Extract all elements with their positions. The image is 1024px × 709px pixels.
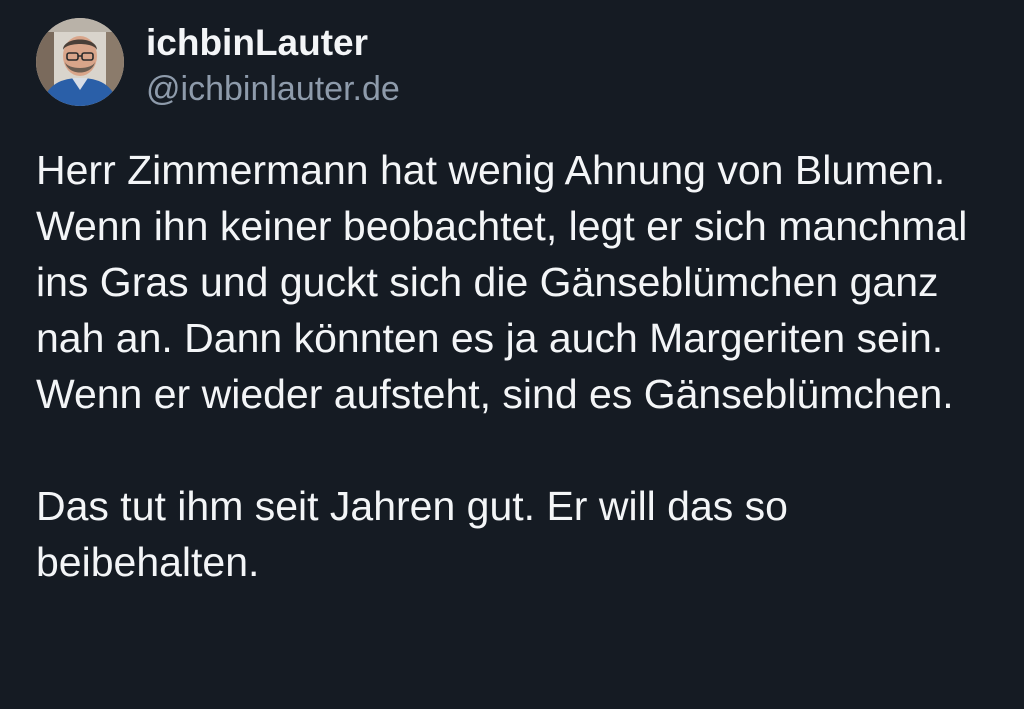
post-card: ichbinLauter @ichbinlauter.de Herr Zimme…: [0, 0, 1024, 709]
author-avatar[interactable]: [36, 18, 124, 106]
post-paragraph: Das tut ihm seit Jahren gut. Er will das…: [36, 483, 788, 585]
post-text: Herr Zimmermann hat wenig Ahnung von Blu…: [36, 142, 996, 590]
avatar-photo-icon: [36, 18, 124, 106]
post-paragraph: Herr Zimmermann hat wenig Ahnung von Blu…: [36, 147, 968, 417]
author-display-name[interactable]: ichbinLauter: [146, 20, 400, 66]
author-names: ichbinLauter @ichbinlauter.de: [146, 18, 400, 112]
author-handle[interactable]: @ichbinlauter.de: [146, 66, 400, 112]
post-header: ichbinLauter @ichbinlauter.de: [36, 18, 988, 112]
